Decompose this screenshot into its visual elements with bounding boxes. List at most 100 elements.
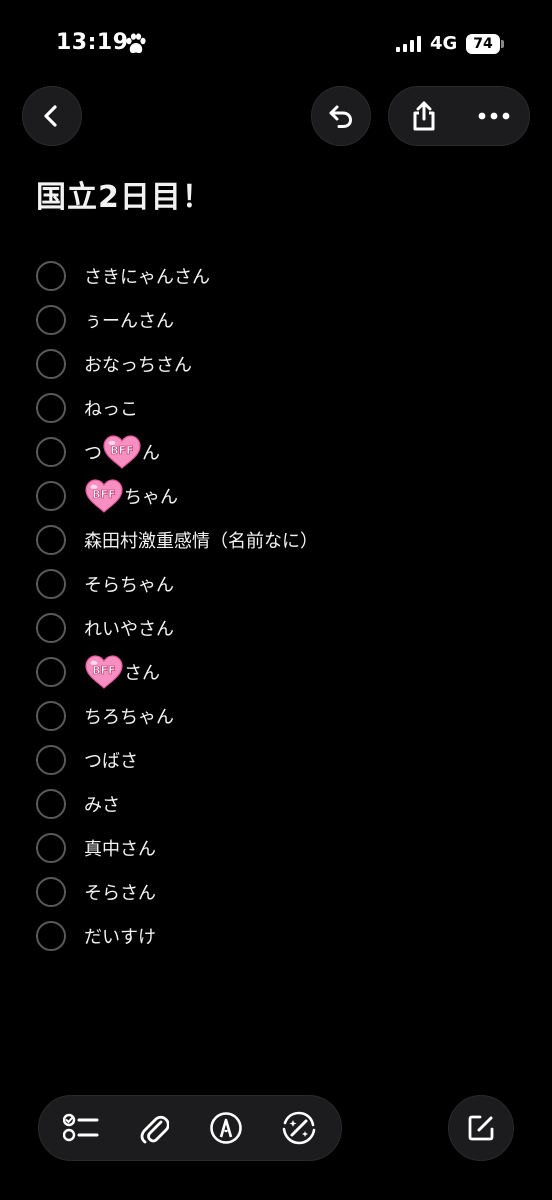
- checklist-item[interactable]: BFF ちゃん: [36, 474, 516, 518]
- checklist-item-text: ねっこ: [84, 399, 138, 420]
- checklist-item-text: そらさん: [84, 883, 156, 904]
- back-button[interactable]: [22, 86, 82, 146]
- checklist-item-label[interactable]: ぅーんさん: [84, 307, 174, 333]
- checklist-item-label[interactable]: ちろちゃん: [84, 703, 174, 729]
- checklist-item-label[interactable]: そらちゃん: [84, 571, 174, 597]
- more-button[interactable]: [459, 86, 529, 146]
- checklist-item-label[interactable]: みさ: [84, 791, 120, 817]
- status-bar: 13:19 4G 74: [0, 0, 552, 80]
- checklist-item[interactable]: BFF さん: [36, 650, 516, 694]
- checkbox-circle[interactable]: [36, 745, 66, 775]
- checklist-item[interactable]: そらさん: [36, 870, 516, 914]
- checkbox-circle[interactable]: [36, 569, 66, 599]
- checklist-item-text: ちろちゃん: [84, 707, 174, 728]
- compose-icon: [468, 1115, 494, 1141]
- share-more-group: [388, 86, 530, 146]
- checklist: さきにゃんさん ぅーんさんおなっちさん ねっこつ BFF ん BFF ちゃん森田村激重感情（…: [36, 254, 516, 958]
- checklist-item-label[interactable]: おなっちさん: [84, 351, 192, 377]
- checklist-item-text: さきにゃんさん: [84, 267, 210, 288]
- checklist-item-label[interactable]: れいやさん: [84, 615, 174, 641]
- status-time: 13:19: [56, 30, 129, 55]
- checklist-item-text: さん: [124, 663, 160, 684]
- bottom-toolbar: [38, 1095, 342, 1161]
- checkbox-circle[interactable]: [36, 921, 66, 951]
- checklist-item[interactable]: 真中さん: [36, 826, 516, 870]
- checklist-item-text: だいすけ: [84, 927, 156, 948]
- checkbox-circle[interactable]: [36, 481, 66, 511]
- checkbox-circle[interactable]: [36, 877, 66, 907]
- checklist-item-text: おなっちさん: [84, 355, 192, 376]
- checklist-item[interactable]: みさ: [36, 782, 516, 826]
- checklist-item-text: つ: [84, 443, 102, 464]
- checkbox-circle[interactable]: [36, 613, 66, 643]
- checklist-item-label[interactable]: つばさ: [84, 747, 138, 773]
- checklist-item-label[interactable]: ねっこ: [84, 395, 138, 421]
- markup-button[interactable]: [201, 1103, 251, 1153]
- heart-bff-label: BFF: [92, 664, 115, 677]
- checklist-item-label[interactable]: BFF ちゃん: [84, 478, 178, 514]
- checklist-item[interactable]: そらちゃん: [36, 562, 516, 606]
- heart-bff-icon: BFF: [85, 655, 123, 689]
- checkbox-circle[interactable]: [36, 349, 66, 379]
- heart-bff-icon: BFF: [103, 435, 141, 469]
- checklist-button[interactable]: [56, 1103, 106, 1153]
- checkbox-circle[interactable]: [36, 393, 66, 423]
- undo-button[interactable]: [311, 86, 371, 146]
- checkbox-circle[interactable]: [36, 437, 66, 467]
- checklist-item[interactable]: ねっこ: [36, 386, 516, 430]
- note-title[interactable]: 国立2日目！: [36, 172, 213, 216]
- compose-button[interactable]: [448, 1095, 514, 1161]
- checkbox-circle[interactable]: [36, 525, 66, 555]
- checklist-item[interactable]: 森田村激重感情（名前なに）: [36, 518, 516, 562]
- checklist-item-text: つばさ: [84, 751, 138, 772]
- checklist-item-label[interactable]: だいすけ: [84, 923, 156, 949]
- checklist-item[interactable]: れいやさん: [36, 606, 516, 650]
- checklist-item-label[interactable]: さきにゃんさん: [84, 263, 210, 289]
- share-icon: [413, 101, 435, 131]
- writing-tools-button[interactable]: [274, 1103, 324, 1153]
- checklist-item-label[interactable]: 森田村激重感情（名前なに）: [84, 527, 318, 553]
- share-button[interactable]: [389, 86, 459, 146]
- battery-level: 74: [466, 34, 500, 54]
- network-type: 4G: [430, 33, 458, 54]
- attach-button[interactable]: [129, 1103, 179, 1153]
- checklist-item-label[interactable]: BFF さん: [84, 654, 160, 690]
- battery-icon: 74: [466, 34, 506, 54]
- checklist-item-label[interactable]: 真中さん: [84, 835, 156, 861]
- checkbox-circle[interactable]: [36, 657, 66, 687]
- checklist-item[interactable]: だいすけ: [36, 914, 516, 958]
- checkbox-circle[interactable]: [36, 305, 66, 335]
- checklist-item-text: ちゃん: [124, 487, 178, 508]
- checklist-item[interactable]: つばさ: [36, 738, 516, 782]
- signal-icon: [396, 36, 421, 52]
- checklist-item-text: 真中さん: [84, 839, 156, 860]
- checklist-item-text: れいやさん: [84, 619, 174, 640]
- checkbox-circle[interactable]: [36, 261, 66, 291]
- heart-bff-label: BFF: [110, 444, 133, 457]
- checklist-item[interactable]: おなっちさん: [36, 342, 516, 386]
- chevron-left-icon: [44, 105, 57, 127]
- checklist-item-text: みさ: [84, 795, 120, 816]
- checklist-item[interactable]: ぅーんさん: [36, 298, 516, 342]
- markup-pen-icon: [210, 1112, 243, 1144]
- checkbox-circle[interactable]: [36, 789, 66, 819]
- heart-bff-label: BFF: [92, 488, 115, 501]
- heart-bff-icon: BFF: [85, 479, 123, 513]
- checkbox-circle[interactable]: [36, 701, 66, 731]
- checklist-item[interactable]: つ BFF ん: [36, 430, 516, 474]
- checklist-item-text: そらちゃん: [84, 575, 174, 596]
- undo-icon: [329, 105, 353, 128]
- checklist-item-label[interactable]: そらさん: [84, 879, 156, 905]
- checklist-item[interactable]: さきにゃんさん: [36, 254, 516, 298]
- checklist-item-text: ぅーんさん: [84, 311, 174, 332]
- checkbox-circle[interactable]: [36, 833, 66, 863]
- paw-icon: [126, 33, 146, 54]
- writing-tools-icon: [282, 1111, 316, 1145]
- checklist-item-text: ん: [142, 443, 160, 464]
- checklist-icon: [63, 1113, 99, 1142]
- checklist-item-label[interactable]: つ BFF ん: [84, 434, 160, 470]
- more-icon: [478, 112, 510, 120]
- checklist-item-text: 森田村激重感情（名前なに）: [84, 531, 318, 552]
- paperclip-icon: [140, 1115, 169, 1144]
- checklist-item[interactable]: ちろちゃん: [36, 694, 516, 738]
